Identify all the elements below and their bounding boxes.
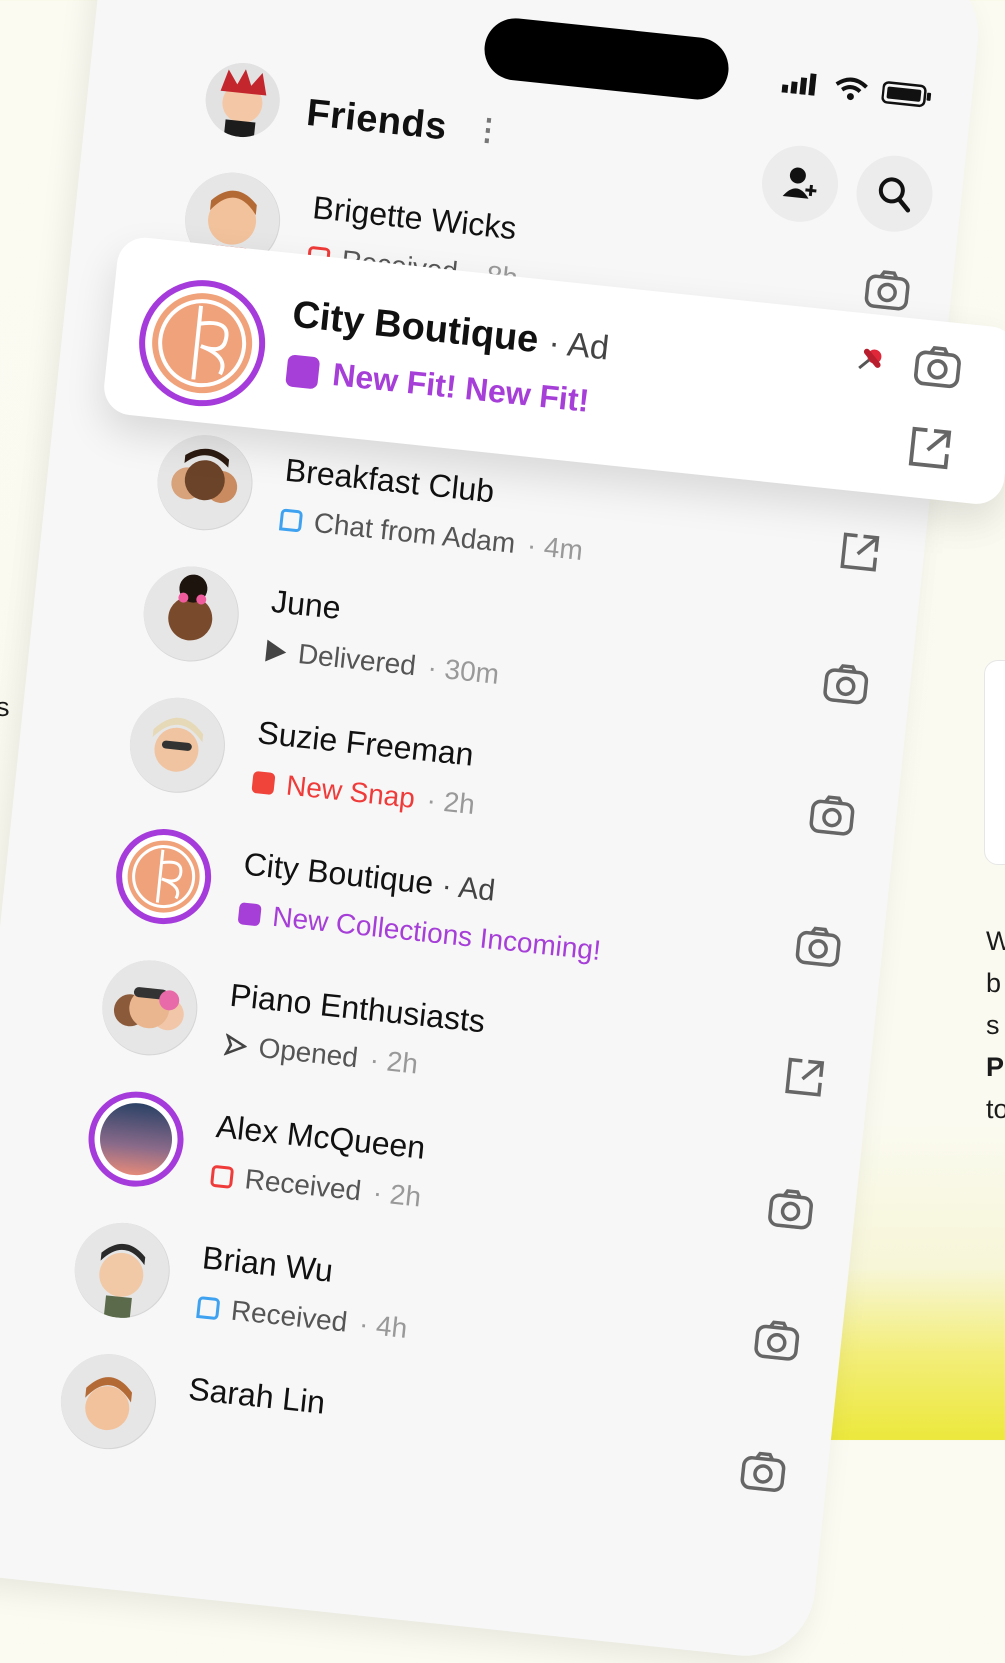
friend-name: Brian Wu: [200, 1239, 335, 1289]
status-line: Received · 2h: [209, 1160, 423, 1214]
camera-icon: [809, 795, 855, 836]
status-text: Received: [229, 1294, 349, 1338]
status-text: Opened: [257, 1032, 360, 1074]
friend-name: Breakfast Club: [283, 451, 496, 510]
timestamp: · 4h: [357, 1308, 409, 1344]
ad-tag: · Ad: [440, 869, 497, 908]
friend-name: June: [269, 582, 343, 626]
camera-icon: [914, 346, 961, 389]
line: W: [986, 926, 1005, 956]
friend-name: Suzie Freeman: [255, 714, 476, 773]
avatar: [56, 1349, 161, 1454]
new-snap-icon: [251, 770, 276, 796]
status-text: New Collections Incoming!: [270, 900, 603, 967]
promo-icon: [285, 353, 321, 389]
external-link-icon: [908, 426, 952, 470]
page-title: Friends: [304, 91, 449, 149]
camera-button[interactable]: [735, 1442, 792, 1499]
brand-logo-avatar: [111, 824, 216, 929]
wifi-icon: [835, 77, 868, 101]
ad-tag: · Ad: [546, 323, 611, 368]
group-avatar: [97, 955, 203, 1061]
status-line: New Snap · 2h: [251, 766, 477, 821]
camera-icon: [823, 664, 869, 705]
camera-button[interactable]: [748, 1311, 805, 1368]
status-text: Chat from Adam: [312, 506, 517, 559]
chat-icon: [278, 508, 304, 533]
chat-icon: [196, 1296, 221, 1321]
camera-icon: [864, 270, 910, 311]
group-avatar: [152, 430, 258, 535]
camera-button[interactable]: [859, 261, 916, 318]
camera-button[interactable]: [804, 786, 861, 843]
line: s: [986, 1010, 1000, 1040]
avatar: [125, 693, 230, 798]
camera-button[interactable]: [817, 655, 874, 712]
camera-button[interactable]: [762, 1180, 819, 1237]
brand-name: City Boutique: [290, 293, 541, 362]
camera-button[interactable]: [790, 917, 847, 974]
camera-icon: [754, 1320, 800, 1361]
friend-name: Brigette Wicks: [311, 189, 519, 247]
camera-icon: [768, 1189, 813, 1230]
received-snap-icon: [209, 1164, 235, 1189]
line: P: [986, 1052, 1005, 1082]
timestamp: · 4m: [525, 529, 585, 567]
external-link-icon: [785, 1057, 825, 1097]
camera-button[interactable]: [912, 343, 963, 395]
external-link-button[interactable]: [776, 1049, 833, 1106]
ad-subtitle: New Fit! New Fit!: [330, 356, 591, 419]
brand-name: City Boutique: [242, 845, 436, 902]
status-line: Delivered · 30m: [265, 635, 501, 691]
avatar: [83, 1086, 189, 1192]
add-friend-icon: [782, 167, 817, 199]
battery-icon: [881, 81, 932, 108]
status-line: Received · 4h: [196, 1291, 409, 1345]
camera-icon: [795, 926, 841, 967]
line: to: [986, 1094, 1005, 1124]
opened-icon: [223, 1033, 248, 1056]
avatar: [70, 1218, 175, 1323]
pin-icon: [850, 342, 888, 384]
camera-icon: [740, 1451, 786, 1492]
avatar: [139, 561, 244, 667]
line: b: [986, 968, 1002, 998]
page-text-fragment: s: [0, 692, 10, 722]
timestamp: · 2h: [425, 784, 477, 821]
promo-icon: [237, 902, 262, 927]
signal-icon: [781, 73, 817, 96]
friend-name: Alex McQueen: [214, 1108, 427, 1166]
timestamp: · 2h: [368, 1043, 420, 1080]
timestamp: · 2h: [371, 1176, 423, 1213]
status-text: Received: [243, 1163, 363, 1207]
external-link-button[interactable]: [906, 424, 954, 477]
vertical-dots-icon[interactable]: ⋮: [471, 112, 504, 148]
timestamp: · 30m: [426, 651, 501, 690]
status-line: Opened · 2h: [223, 1028, 419, 1080]
friend-name: Sarah Lin: [186, 1370, 327, 1421]
side-card: [984, 660, 1005, 865]
brand-logo-avatar: [132, 273, 272, 413]
profile-avatar[interactable]: [202, 59, 284, 141]
status-text: New Snap: [284, 769, 417, 814]
status-line: Chat from Adam · 4m: [278, 503, 584, 567]
page-text-fragment-right: W b s P to: [986, 920, 1005, 1130]
status-text: Delivered: [296, 637, 418, 682]
external-link-button[interactable]: [831, 523, 888, 580]
friend-name: City Boutique · Ad: [242, 845, 497, 908]
friend-name: Piano Enthusiasts: [228, 976, 487, 1040]
search-icon: [878, 177, 911, 213]
delivered-icon: [265, 639, 288, 664]
external-link-icon: [840, 532, 880, 572]
